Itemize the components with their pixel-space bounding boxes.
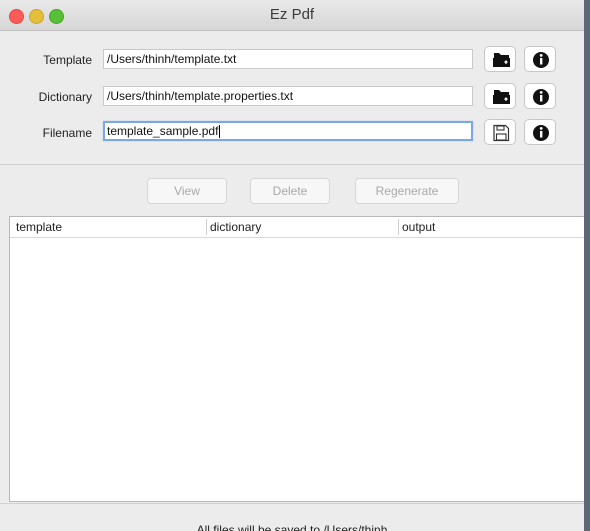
delete-button[interactable]: Delete <box>250 178 330 204</box>
save-disk-icon <box>493 124 510 142</box>
dictionary-label: Dictionary <box>38 90 92 104</box>
view-button[interactable]: View <box>147 178 227 204</box>
info-icon <box>533 52 549 68</box>
dictionary-info-button[interactable] <box>524 83 556 109</box>
column-header-template[interactable]: template <box>16 220 62 234</box>
table-header: template dictionary output <box>10 217 584 238</box>
status-bar: All files will be saved to /Users/thinh <box>0 503 584 531</box>
template-path-field[interactable]: /Users/thinh/template.txt <box>103 49 473 69</box>
filename-value: template_sample.pdf <box>107 124 219 138</box>
dictionary-open-button[interactable] <box>484 83 516 109</box>
text-caret <box>219 125 221 139</box>
filename-input[interactable]: template_sample.pdf <box>103 121 473 141</box>
regenerate-button[interactable]: Regenerate <box>355 178 459 204</box>
column-header-dictionary[interactable]: dictionary <box>210 220 261 234</box>
column-divider[interactable] <box>206 219 207 235</box>
filename-label: Filename <box>42 126 92 140</box>
window-title: Ez Pdf <box>269 6 315 23</box>
info-icon <box>533 89 549 105</box>
title-bar: Ez Pdf <box>0 0 584 31</box>
section-divider <box>0 164 584 165</box>
column-divider[interactable] <box>398 219 399 235</box>
template-open-button[interactable] <box>484 46 516 72</box>
column-header-output[interactable]: output <box>402 220 435 234</box>
info-icon <box>533 125 549 141</box>
status-text: All files will be saved to /Users/thinh <box>196 523 388 531</box>
save-button[interactable] <box>484 119 516 145</box>
dictionary-path-field[interactable]: /Users/thinh/template.properties.txt <box>103 86 473 106</box>
template-label: Template <box>43 53 92 67</box>
folder-open-icon <box>493 53 510 67</box>
filename-info-button[interactable] <box>524 119 556 145</box>
files-table[interactable]: template dictionary output <box>9 216 584 502</box>
app-window: Ez Pdf Template /Users/thinh/template.tx… <box>0 0 584 531</box>
folder-open-icon <box>493 90 510 104</box>
template-info-button[interactable] <box>524 46 556 72</box>
